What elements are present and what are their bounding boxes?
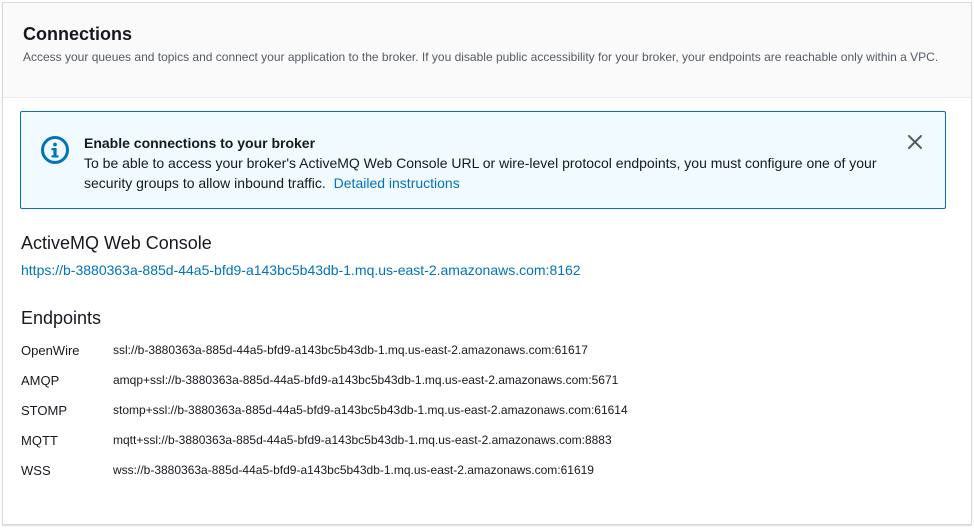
alert-title: Enable connections to your broker (84, 135, 316, 151)
endpoint-row-openwire: OpenWire ssl://b-3880363a-885d-44a5-bfd9… (21, 335, 921, 365)
panel-title: Connections (23, 24, 133, 44)
detailed-instructions-link[interactable]: Detailed instructions (334, 175, 460, 191)
endpoint-name: MQTT (21, 432, 58, 448)
alert-body: Enable connections to your broker To be … (84, 133, 914, 193)
endpoint-url: mqtt+ssl://b-3880363a-885d-44a5-bfd9-a14… (113, 433, 612, 447)
endpoint-row-stomp: STOMP stomp+ssl://b-3880363a-885d-44a5-b… (21, 395, 921, 425)
info-icon (40, 135, 70, 165)
web-console-heading: ActiveMQ Web Console (21, 233, 212, 253)
endpoint-name: AMQP (21, 372, 60, 388)
endpoint-row-amqp: AMQP amqp+ssl://b-3880363a-885d-44a5-bfd… (21, 365, 921, 395)
endpoint-row-mqtt: MQTT mqtt+ssl://b-3880363a-885d-44a5-bfd… (21, 425, 921, 455)
endpoints-heading: Endpoints (21, 308, 102, 328)
panel-header: Connections Access your queues and topic… (3, 3, 971, 98)
endpoint-name: OpenWire (21, 342, 80, 358)
endpoint-url: amqp+ssl://b-3880363a-885d-44a5-bfd9-a14… (113, 373, 619, 387)
endpoints-list: OpenWire ssl://b-3880363a-885d-44a5-bfd9… (21, 335, 921, 485)
endpoint-name: WSS (21, 462, 51, 478)
endpoint-url: stomp+ssl://b-3880363a-885d-44a5-bfd9-a1… (113, 403, 628, 417)
close-icon[interactable] (906, 133, 924, 151)
alert-message: To be able to access your broker's Activ… (84, 155, 877, 191)
panel-description: Access your queues and topics and connec… (23, 50, 939, 64)
endpoint-name: STOMP (21, 402, 67, 418)
endpoint-row-wss: WSS wss://b-3880363a-885d-44a5-bfd9-a143… (21, 455, 921, 485)
endpoint-url: ssl://b-3880363a-885d-44a5-bfd9-a143bc5b… (113, 343, 588, 357)
endpoint-url: wss://b-3880363a-885d-44a5-bfd9-a143bc5b… (113, 463, 594, 477)
web-console-link[interactable]: https://b-3880363a-885d-44a5-bfd9-a143bc… (21, 260, 581, 280)
info-alert: Enable connections to your broker To be … (20, 111, 946, 209)
